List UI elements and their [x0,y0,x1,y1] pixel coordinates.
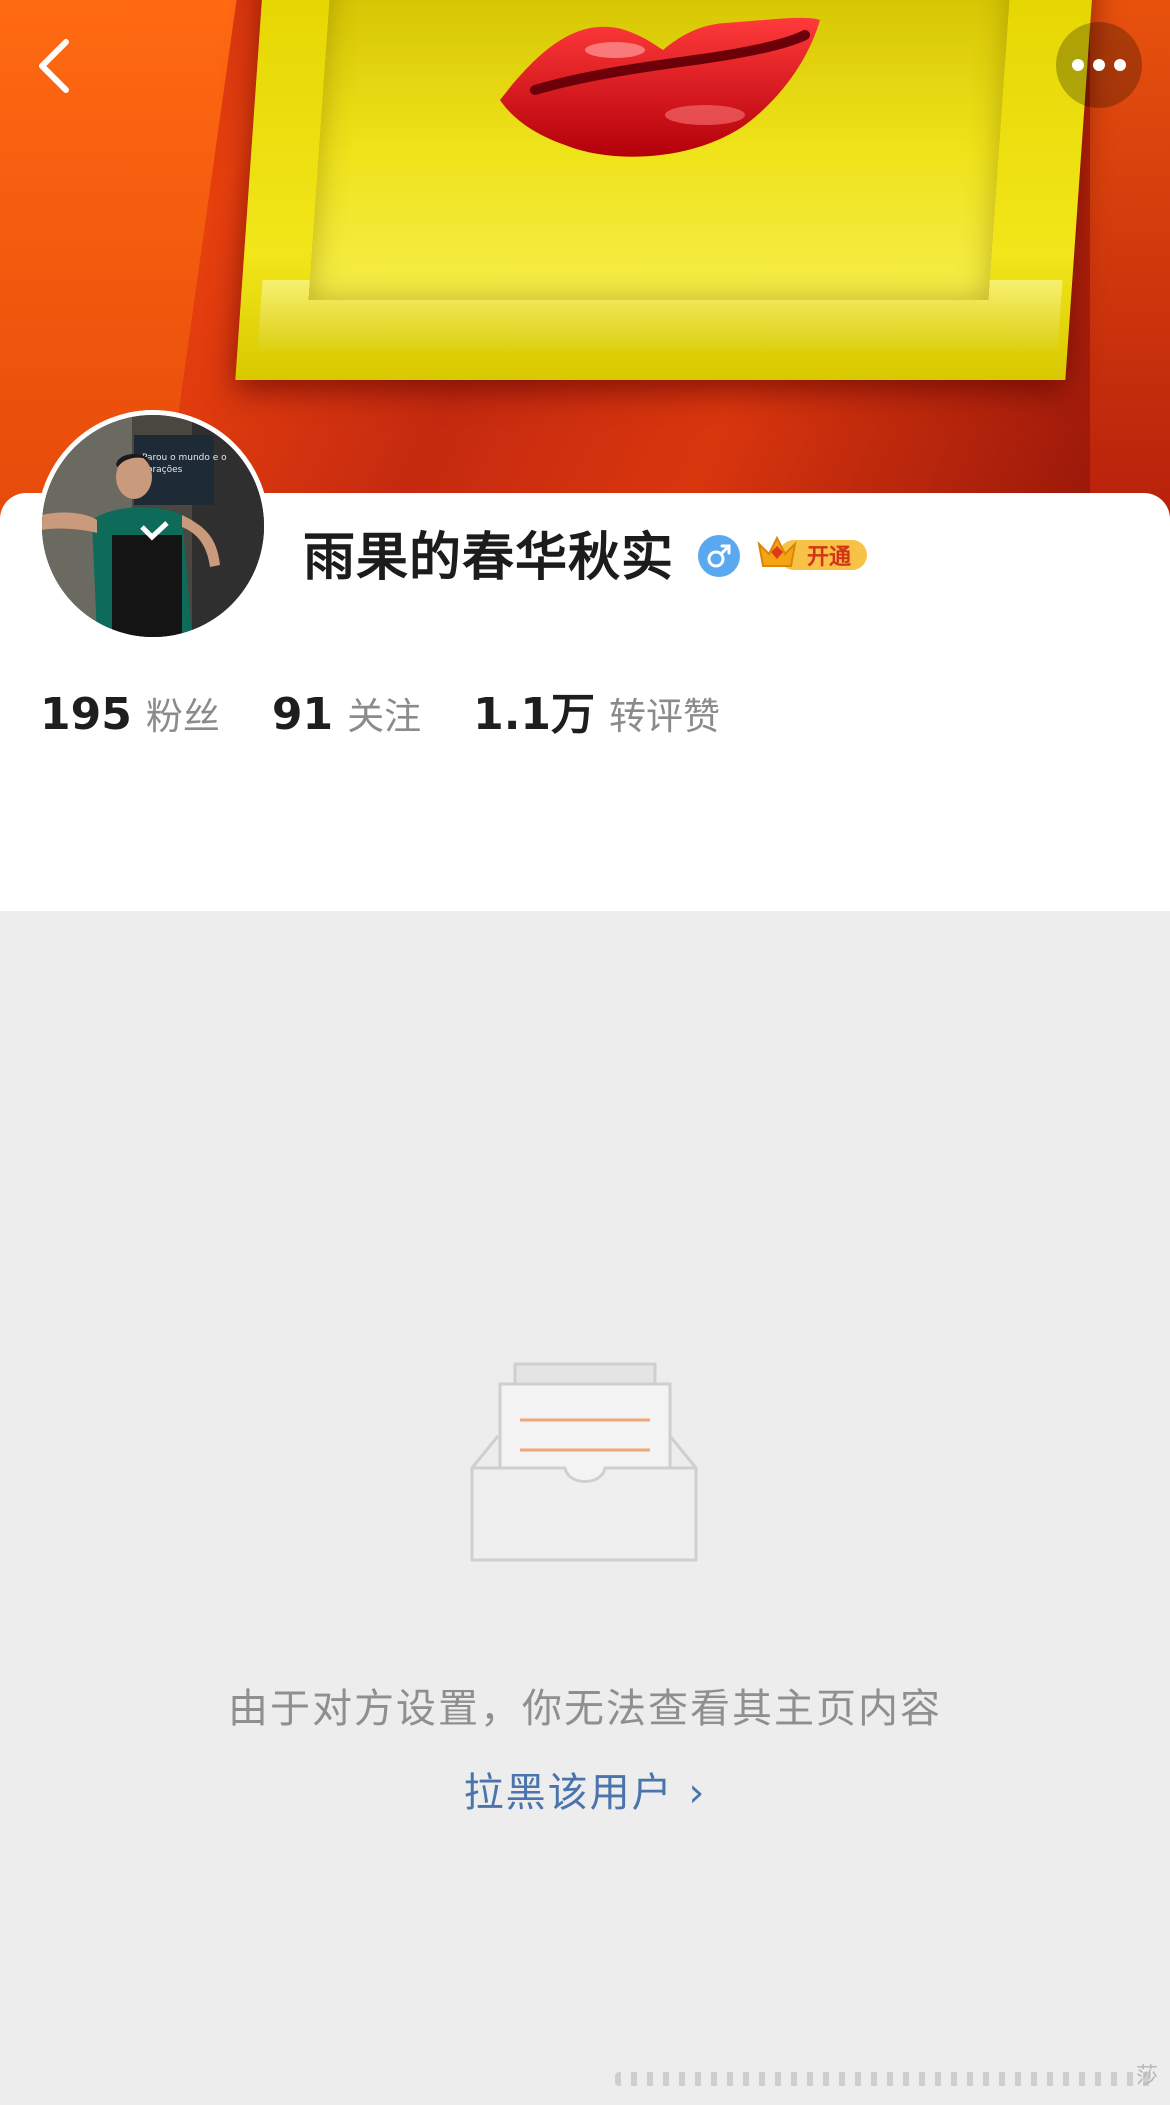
profile-name: 雨果的春华秋实 [303,528,675,588]
lips-sculpture [500,17,820,157]
vip-open-badge[interactable]: 开通 [757,532,869,576]
more-options-button[interactable] [1056,22,1142,108]
empty-state-message: 由于对方设置，你无法查看其主页内容 [228,1686,942,1732]
male-symbol-icon [707,544,731,568]
avatar-photo: Parou o mundo e o corações [42,415,264,637]
stat-interactions[interactable]: 1.1万 转评赞 [473,678,720,742]
avatar[interactable]: Parou o mundo e o corações [37,410,269,642]
chevron-left-icon [39,39,69,93]
watermark-char: 莎 [1136,2064,1159,2089]
block-user-link[interactable]: 拉黑该用户 › [0,1760,1170,1818]
stat-followers[interactable]: 195 粉丝 [40,686,220,740]
stats-row: 195 粉丝 91 关注 1.1万 转评赞 [40,678,772,742]
more-dots-icon [1072,59,1126,71]
back-button[interactable] [14,26,94,106]
vip-label: 开通 [807,545,852,570]
empty-inbox-illustration [470,1362,698,1562]
interactions-count: 1.1万 [473,689,596,740]
followers-count: 195 [40,689,132,740]
interactions-label: 转评赞 [609,695,721,738]
followers-label: 粉丝 [145,695,220,738]
avatar-caption-line: Parou o mundo e o [142,453,227,463]
following-count: 91 [271,689,334,740]
stat-following[interactable]: 91 关注 [272,686,421,740]
watermark-strip [615,2072,1155,2086]
following-label: 关注 [347,695,422,738]
gender-male-icon [698,535,740,577]
